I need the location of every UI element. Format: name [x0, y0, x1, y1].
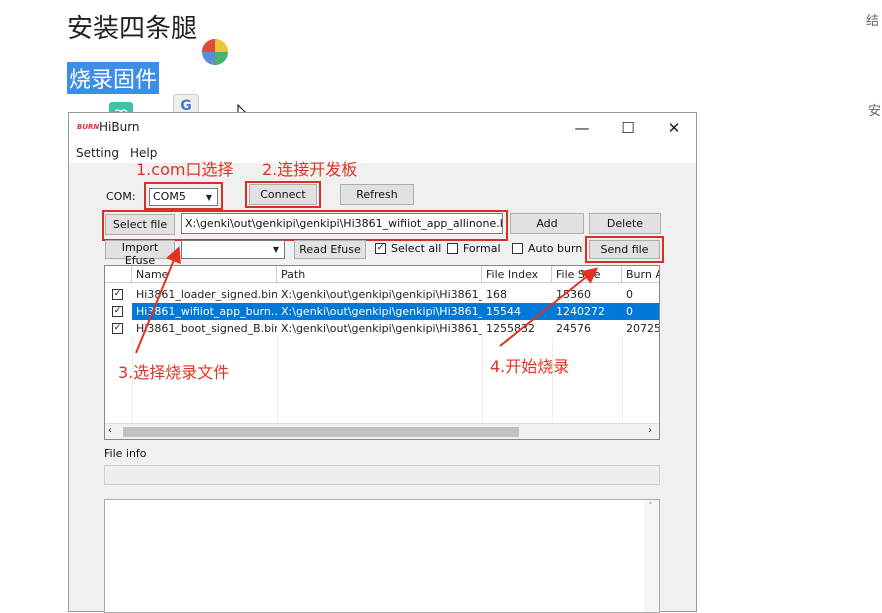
annotation-arrows: [135, 246, 599, 354]
arrow-step4: [499, 267, 599, 347]
arrow-step3: [135, 246, 181, 354]
